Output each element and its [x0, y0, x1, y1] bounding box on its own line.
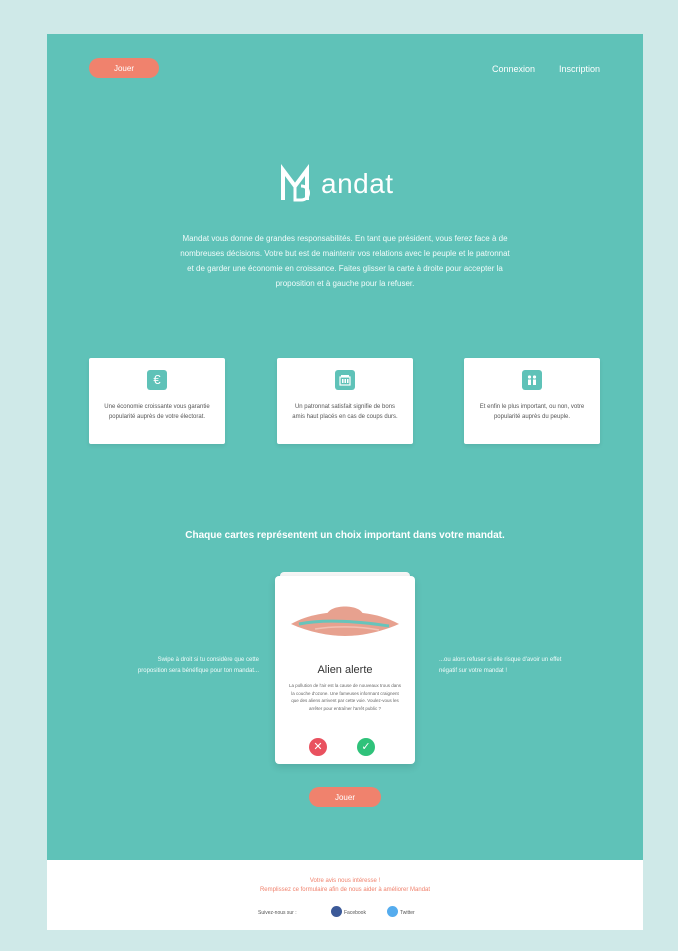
- hero-section: Jouer Connexion Inscription andat Mandat…: [47, 34, 643, 860]
- facebook-label: Facebook: [344, 910, 366, 916]
- share-label: Suivez-nous sur :: [258, 910, 297, 916]
- factory-icon: [335, 370, 355, 390]
- feedback-link[interactable]: Remplissez ce formulaire afin de nous ai…: [47, 887, 643, 893]
- twitter-label: Twitter: [400, 910, 415, 916]
- factory-glyph: [339, 375, 351, 386]
- reject-button[interactable]: ✕: [309, 738, 327, 756]
- cards-heading: Chaque cartes représentent un choix impo…: [185, 530, 505, 541]
- page-frame: Jouer Connexion Inscription andat Mandat…: [47, 34, 643, 930]
- brand-name: andat: [321, 168, 394, 199]
- nav-login-link[interactable]: Connexion: [492, 64, 535, 74]
- nav-play-button[interactable]: Jouer: [89, 58, 159, 78]
- intro-paragraph: Mandat vous donne de grandes responsabil…: [180, 234, 510, 288]
- feature-card-economy: € Une économie croissante vous garantie …: [89, 358, 225, 444]
- twitter-icon: [387, 906, 398, 917]
- mandat-logo: andat: [279, 164, 419, 206]
- card-description: La pollution de l'air est la cause de no…: [289, 683, 401, 711]
- ufo-illustration: [291, 606, 399, 636]
- people-icon: [522, 370, 542, 390]
- close-icon: ✕: [313, 741, 323, 753]
- feature-card-people: Et enfin le plus important, ou non, votr…: [464, 358, 600, 444]
- feature-card-patronnat: Un patronnat satisfait signifie de bons …: [277, 358, 413, 444]
- feature-text: Une économie croissante vous garantie po…: [104, 404, 210, 420]
- euro-icon: €: [147, 370, 167, 390]
- decision-card[interactable]: Alien alerte La pollution de l'air est l…: [275, 576, 415, 764]
- feature-text: Un patronnat satisfait signifie de bons …: [292, 404, 398, 420]
- swipe-right-hint: Swipe à droit si tu considère que cette …: [137, 657, 259, 674]
- check-icon: ✓: [361, 741, 371, 753]
- mandat-logo-mark: [281, 164, 310, 202]
- feedback-heading: Votre avis nous intéresse !: [309, 878, 381, 884]
- play-button[interactable]: Jouer: [309, 787, 381, 807]
- accept-button[interactable]: ✓: [357, 738, 375, 756]
- people-glyph: [527, 375, 537, 385]
- facebook-icon: [331, 906, 342, 917]
- card-title: Alien alerte: [317, 664, 373, 676]
- swipe-left-hint: ...ou alors refuser si elle risque d'avo…: [439, 657, 562, 674]
- footer: Votre avis nous intéresse ! Remplissez c…: [47, 860, 643, 930]
- nav-signup-link[interactable]: Inscription: [559, 64, 600, 74]
- feature-text: Et enfin le plus important, ou non, votr…: [479, 404, 585, 420]
